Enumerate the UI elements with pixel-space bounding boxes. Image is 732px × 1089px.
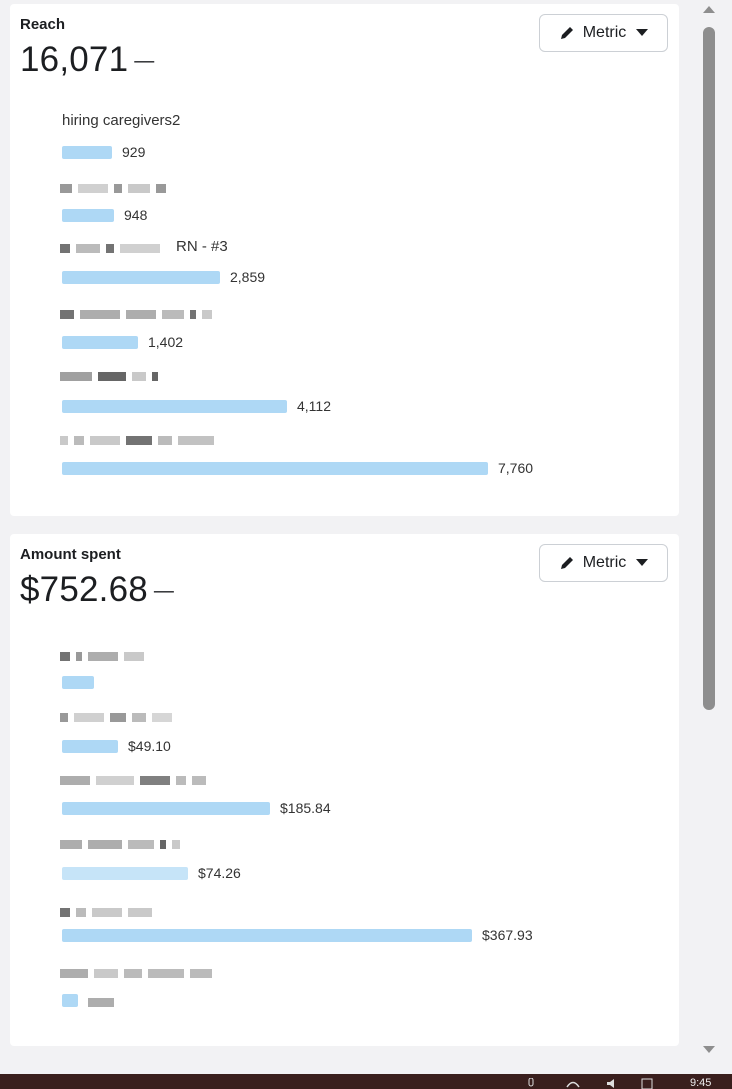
redacted-campaign-label	[60, 240, 166, 254]
spent-bar-value: $74.26	[198, 865, 241, 881]
campaign-label: RN - #3	[176, 238, 228, 255]
spent-bar	[62, 993, 78, 1007]
wifi-icon[interactable]	[566, 1078, 580, 1089]
redacted-campaign-label	[60, 836, 186, 850]
reach-metric-button[interactable]: Metric	[539, 14, 668, 52]
reach-card: Reach 16,071— Metric hiring caregivers2 …	[10, 4, 679, 516]
reach-bar-value: 948	[124, 207, 148, 223]
spent-bar-row	[62, 993, 120, 1008]
reach-bar	[62, 208, 114, 222]
speaker-icon[interactable]	[606, 1078, 620, 1089]
reach-bar-value: 4,112	[297, 398, 331, 414]
amount-spent-card: Amount spent $752.68— Metric $49.10 $185…	[10, 534, 679, 1046]
redacted-campaign-label	[60, 965, 218, 979]
reach-bar-value: 929	[122, 144, 146, 160]
spent-bar-value: $367.93	[482, 927, 533, 943]
reach-bar-value: 7,760	[498, 460, 534, 476]
spent-bar-row: $49.10	[62, 738, 171, 754]
amount-spent-metric-button[interactable]: Metric	[539, 544, 668, 582]
microphone-icon[interactable]	[524, 1078, 538, 1089]
redacted-campaign-label	[60, 306, 218, 320]
pencil-icon	[560, 557, 573, 569]
taskbar	[0, 1074, 732, 1089]
spent-bar-row: $367.93	[62, 927, 533, 943]
redacted-campaign-label	[60, 904, 158, 918]
spent-bar	[62, 675, 94, 689]
spent-bar-value: $49.10	[128, 738, 171, 754]
caret-down-icon	[636, 29, 649, 36]
campaign-label: hiring caregivers2	[62, 112, 181, 129]
reach-total: 16,071—	[20, 40, 154, 80]
pencil-icon	[560, 27, 573, 39]
redacted-campaign-label	[60, 648, 150, 662]
redacted-campaign-label	[60, 180, 172, 194]
spent-bar-row: $74.26	[62, 865, 241, 881]
reach-bar	[62, 399, 287, 413]
redacted-campaign-label	[60, 709, 178, 723]
reach-bar	[62, 461, 488, 475]
scrollbar-thumb[interactable]	[703, 27, 715, 710]
scroll-up-icon[interactable]	[702, 4, 716, 14]
reach-bar	[62, 270, 220, 284]
metric-button-label: Metric	[582, 24, 627, 41]
spent-bar-row: $185.84	[62, 800, 331, 816]
spent-bar	[62, 866, 188, 880]
reach-total-value: 16,071	[20, 40, 129, 79]
reach-bar-row: 2,859	[62, 269, 266, 285]
redacted-value	[88, 994, 120, 1008]
reach-trend: —	[134, 50, 155, 73]
caret-down-icon	[636, 559, 649, 566]
spent-bar	[62, 801, 270, 815]
metric-button-label: Metric	[582, 554, 627, 571]
reach-bar-value: 1,402	[148, 334, 184, 350]
reach-bar-row: 1,402	[62, 334, 184, 350]
spent-bar	[62, 928, 472, 942]
spent-bar	[62, 739, 118, 753]
reach-bar	[62, 145, 112, 159]
reach-bar-row: 7,760	[62, 460, 534, 476]
amount-spent-trend: —	[153, 580, 175, 603]
amount-spent-total: $752.68—	[20, 570, 174, 610]
redacted-campaign-label	[60, 772, 212, 786]
scroll-down-icon[interactable]	[702, 1045, 716, 1055]
clock[interactable]: 9:45	[690, 1077, 711, 1089]
spent-bar-row	[62, 675, 104, 689]
battery-icon[interactable]	[640, 1078, 654, 1089]
amount-spent-title: Amount spent	[20, 546, 121, 563]
amount-spent-total-value: $752.68	[20, 570, 148, 609]
redacted-campaign-label	[60, 368, 164, 382]
reach-bar-value: 2,859	[230, 269, 266, 285]
reach-bar-row: 4,112	[62, 398, 331, 414]
reach-bar	[62, 335, 138, 349]
reach-title: Reach	[20, 16, 66, 33]
spent-bar-value: $185.84	[280, 800, 331, 816]
reach-bar-row: 929	[62, 144, 146, 160]
redacted-campaign-label	[60, 432, 220, 446]
reach-bar-row: 948	[62, 207, 148, 223]
